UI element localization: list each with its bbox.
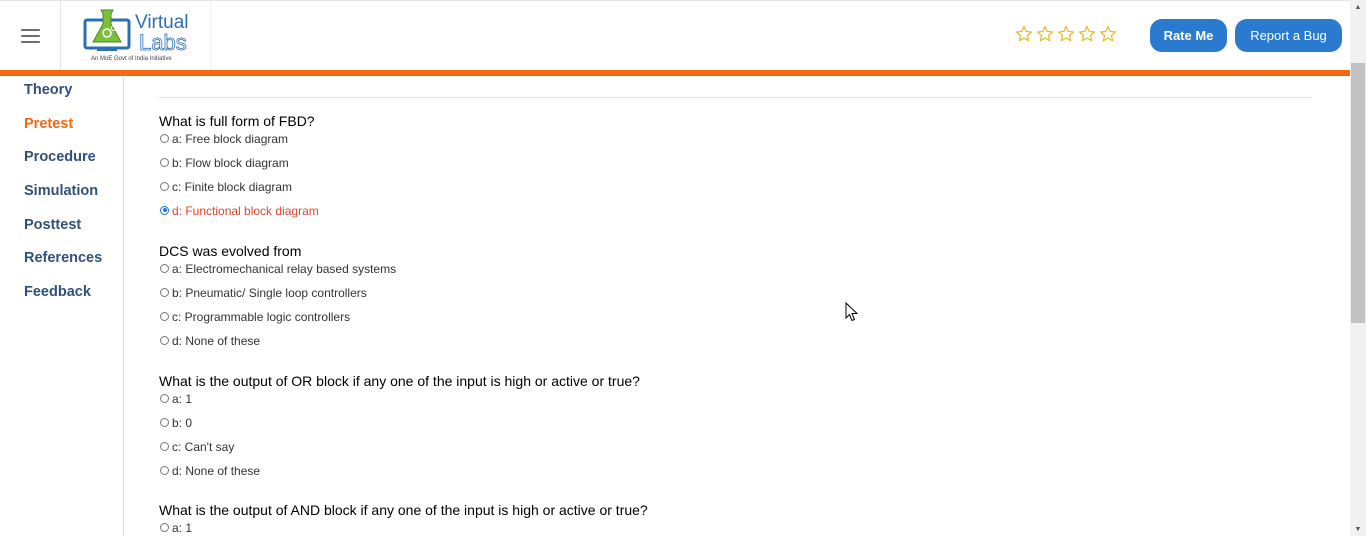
option-c[interactable]: c: Finite block diagram <box>159 177 319 201</box>
logo-tagline: An MoE Govt of India Initiative <box>91 56 172 62</box>
sidebar-item-procedure[interactable]: Procedure <box>24 149 96 165</box>
option-a[interactable]: a: 1 <box>159 518 648 536</box>
radio-button[interactable] <box>160 263 169 273</box>
scrollbar-thumb[interactable] <box>1351 63 1365 323</box>
question-4: What is the output of AND block if any o… <box>159 502 648 536</box>
rate-me-button[interactable]: Rate Me <box>1150 19 1227 52</box>
option-a[interactable]: a: 1 <box>159 389 640 413</box>
radio-button[interactable] <box>160 157 169 167</box>
radio-button[interactable] <box>160 393 169 403</box>
option-c[interactable]: c: Programmable logic controllers <box>159 307 396 331</box>
radio-button[interactable] <box>160 133 169 143</box>
logo-graphic: Virtual Labs <box>83 9 189 55</box>
scroll-up-icon[interactable]: ▲ <box>1350 0 1366 14</box>
vertical-scrollbar[interactable]: ▲ ▼ <box>1350 0 1366 536</box>
radio-button[interactable] <box>160 441 169 451</box>
svg-text:Labs: Labs <box>139 30 187 55</box>
star-icon[interactable] <box>1015 25 1033 43</box>
sidebar-item-pretest[interactable]: Pretest <box>24 116 73 132</box>
option-a[interactable]: a: Electromechanical relay based systems <box>159 259 396 283</box>
option-a[interactable]: a: Free block diagram <box>159 129 319 153</box>
option-d[interactable]: d: Functional block diagram <box>159 201 319 225</box>
star-icon[interactable] <box>1099 25 1117 43</box>
star-icon[interactable] <box>1078 25 1096 43</box>
option-b[interactable]: b: Pneumatic/ Single loop controllers <box>159 283 396 307</box>
sidebar-item-posttest[interactable]: Posttest <box>24 217 81 233</box>
report-bug-button[interactable]: Report a Bug <box>1235 19 1342 52</box>
sidebar-nav: Theory Pretest Procedure Simulation Post… <box>0 76 124 536</box>
option-b[interactable]: b: Flow block diagram <box>159 153 319 177</box>
option-d[interactable]: d: None of these <box>159 331 396 355</box>
question-1: What is full form of FBD? a: Free block … <box>159 113 319 225</box>
rating-stars[interactable] <box>1015 25 1117 43</box>
radio-button[interactable] <box>160 522 169 532</box>
radio-button[interactable] <box>160 181 169 191</box>
question-text: What is the output of OR block if any on… <box>159 373 640 389</box>
question-text: DCS was evolved from <box>159 243 302 259</box>
menu-button[interactable] <box>0 1 61 71</box>
radio-button[interactable] <box>160 465 169 475</box>
radio-button-selected[interactable] <box>160 205 169 215</box>
radio-button[interactable] <box>160 417 169 427</box>
option-b[interactable]: b: 0 <box>159 413 640 437</box>
scroll-down-icon[interactable]: ▼ <box>1350 522 1366 536</box>
question-text: What is the output of AND block if any o… <box>159 502 648 518</box>
sidebar-item-theory[interactable]: Theory <box>24 82 72 98</box>
radio-button[interactable] <box>160 311 169 321</box>
hamburger-icon <box>20 29 40 43</box>
star-icon[interactable] <box>1057 25 1075 43</box>
sidebar-item-simulation[interactable]: Simulation <box>24 183 98 199</box>
star-icon[interactable] <box>1036 25 1054 43</box>
sidebar-item-references[interactable]: References <box>24 250 102 266</box>
sidebar-item-feedback[interactable]: Feedback <box>24 284 91 300</box>
radio-button[interactable] <box>160 287 169 297</box>
question-text: What is full form of FBD? <box>159 113 315 129</box>
top-header: Virtual Labs An MoE Govt of India Initia… <box>0 0 1350 71</box>
mouse-pointer-icon <box>845 302 858 322</box>
pretest-content: What is full form of FBD? a: Free block … <box>124 76 1350 536</box>
radio-button[interactable] <box>160 335 169 345</box>
question-2: DCS was evolved from a: Electromechanica… <box>159 243 396 355</box>
option-c[interactable]: c: Can't say <box>159 437 640 461</box>
option-d[interactable]: d: None of these <box>159 461 640 485</box>
title-divider <box>159 97 1312 98</box>
virtual-labs-logo[interactable]: Virtual Labs An MoE Govt of India Initia… <box>61 1 211 71</box>
question-3: What is the output of OR block if any on… <box>159 373 640 485</box>
